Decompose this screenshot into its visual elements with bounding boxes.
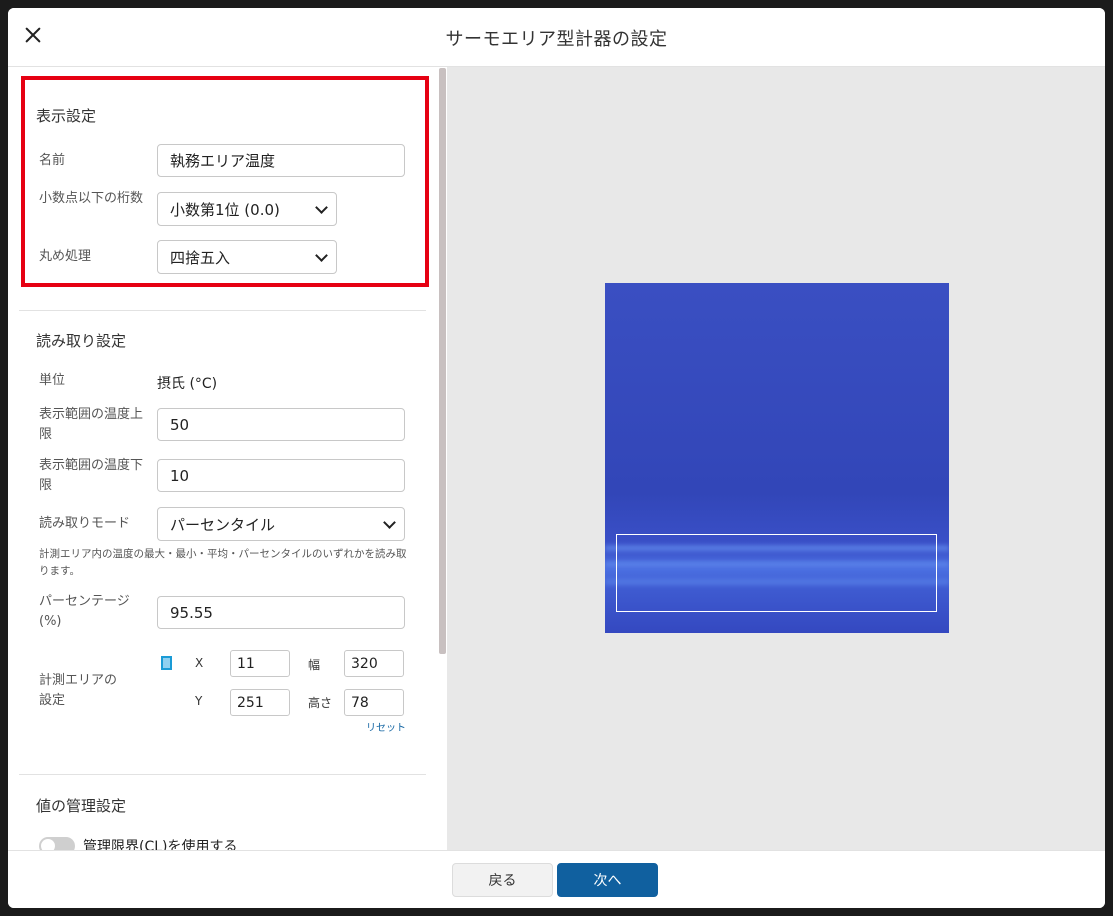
- upper-limit-input[interactable]: 50: [157, 408, 405, 441]
- dialog-header: サーモエリア型計器の設定: [8, 8, 1105, 67]
- decimal-select[interactable]: 小数第1位 (0.0): [157, 192, 337, 226]
- lower-limit-input[interactable]: 10: [157, 459, 405, 492]
- cl-toggle-label: 管理限界(CL)を使用する: [83, 839, 238, 850]
- display-settings-title: 表示設定: [36, 107, 97, 125]
- x-value: 11: [237, 655, 255, 672]
- back-button[interactable]: 戻る: [452, 863, 553, 897]
- section-divider: [19, 774, 426, 775]
- settings-panel: 表示設定 名前 執務エリア温度 小数点以下の桁数 小数第1位 (0.0) 丸め処…: [8, 67, 447, 850]
- percentage-input[interactable]: 95.55: [157, 596, 405, 629]
- x-label: X: [195, 656, 204, 670]
- chevron-down-icon: [383, 515, 396, 529]
- dialog-title: サーモエリア型計器の設定: [445, 29, 668, 50]
- width-input[interactable]: 320: [344, 650, 404, 677]
- read-mode-help: 計測エリア内の温度の最大・最小・平均・パーセンタイルのいずれかを読み取ります。: [39, 548, 407, 577]
- read-mode-label: 読み取りモード: [39, 516, 131, 531]
- rounding-select[interactable]: 四捨五入: [157, 240, 337, 274]
- unit-value: 摂氏 (°C): [157, 376, 218, 392]
- name-input[interactable]: 執務エリア温度: [157, 144, 405, 177]
- section-divider: [19, 310, 426, 311]
- chevron-down-icon: [315, 200, 328, 214]
- reset-link[interactable]: リセット: [366, 719, 406, 734]
- lower-limit-value: 10: [170, 466, 190, 485]
- rounding-select-value: 四捨五入: [170, 248, 231, 267]
- dialog-footer: 戻る 次へ: [8, 850, 1105, 908]
- y-value: 251: [237, 694, 264, 711]
- height-label: 高さ: [308, 696, 333, 710]
- thermal-image: [605, 283, 949, 633]
- upper-limit-value: 50: [170, 415, 190, 434]
- height-value: 78: [351, 694, 369, 711]
- reading-settings-title: 読み取り設定: [36, 332, 127, 350]
- height-input[interactable]: 78: [344, 689, 404, 716]
- decimal-select-value: 小数第1位 (0.0): [170, 200, 280, 219]
- next-button[interactable]: 次へ: [557, 863, 658, 897]
- measurement-area-rect[interactable]: [616, 534, 937, 612]
- cl-toggle[interactable]: [39, 837, 75, 850]
- read-mode-select[interactable]: パーセンタイル: [157, 507, 405, 541]
- preview-panel: [447, 67, 1105, 850]
- area-setting-label: 計測エリアの設定: [39, 673, 118, 708]
- x-input[interactable]: 11: [230, 650, 290, 677]
- percentage-value: 95.55: [170, 603, 213, 622]
- measurement-area-icon[interactable]: [161, 656, 172, 670]
- rounding-label: 丸め処理: [39, 249, 92, 264]
- scrollbar[interactable]: [439, 68, 446, 654]
- name-input-value: 執務エリア温度: [170, 152, 276, 170]
- settings-dialog: サーモエリア型計器の設定 表示設定 名前 執務エリア温度 小数点以下の桁数 小数…: [8, 8, 1105, 908]
- y-input[interactable]: 251: [230, 689, 290, 716]
- value-management-title: 値の管理設定: [36, 797, 127, 815]
- chevron-down-icon: [315, 248, 328, 262]
- read-mode-value: パーセンタイル: [170, 515, 276, 534]
- width-value: 320: [351, 655, 378, 672]
- y-label: Y: [195, 694, 203, 708]
- name-label: 名前: [39, 153, 66, 168]
- upper-limit-label: 表示範囲の温度上限: [39, 407, 144, 442]
- width-label: 幅: [308, 658, 321, 672]
- unit-label: 単位: [39, 373, 66, 388]
- percentage-label: パーセンテージ(%): [39, 594, 130, 629]
- lower-limit-label: 表示範囲の温度下限: [39, 458, 144, 493]
- decimal-label: 小数点以下の桁数: [39, 191, 144, 206]
- toggle-knob: [41, 839, 55, 850]
